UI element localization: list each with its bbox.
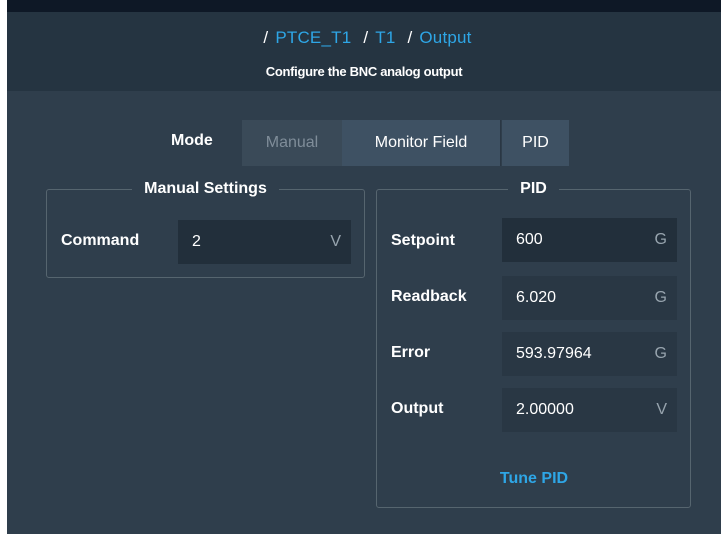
breadcrumb: / PTCE_T1 / T1 / Output <box>7 28 721 48</box>
pid-title: PID <box>520 180 547 197</box>
output-unit: V <box>656 401 667 418</box>
output-label: Output <box>391 400 444 417</box>
manual-settings-title: Manual Settings <box>144 180 267 197</box>
setpoint-value: 600 <box>516 231 543 248</box>
mode-selector: Mode Manual Monitor Field PID <box>7 120 721 166</box>
output-config-panel: / PTCE_T1 / T1 / Output Configure the BNC a… <box>7 0 721 534</box>
breadcrumb-separator: / <box>363 28 369 47</box>
output-value: 2.00000 <box>516 401 574 418</box>
setpoint-label: Setpoint <box>391 232 455 249</box>
breadcrumb-separator: / <box>263 28 269 47</box>
error-label: Error <box>391 344 431 361</box>
error-value: 593.97964 <box>516 345 592 362</box>
error-field: 593.97964 G <box>502 332 677 376</box>
command-label: Command <box>61 232 140 249</box>
breadcrumb-item-output[interactable]: Output <box>419 28 471 47</box>
readback-label: Readback <box>391 288 467 305</box>
breadcrumb-item-t1[interactable]: T1 <box>375 28 395 47</box>
top-strip <box>7 0 721 12</box>
mode-monitor-field-button[interactable]: Monitor Field <box>342 120 501 166</box>
readback-value: 6.020 <box>516 289 557 306</box>
command-unit: V <box>330 233 341 250</box>
setpoint-unit: G <box>654 231 667 248</box>
mode-label: Mode <box>171 132 213 149</box>
setpoint-field[interactable]: 600 G <box>502 218 677 262</box>
error-unit: G <box>654 345 667 362</box>
breadcrumb-item-ptce-t1[interactable]: PTCE_T1 <box>275 28 351 47</box>
tune-pid-button[interactable]: Tune PID <box>474 470 594 488</box>
readback-unit: G <box>654 289 667 306</box>
command-value: 2 <box>192 233 201 250</box>
readback-field: 6.020 G <box>502 276 677 320</box>
header: / PTCE_T1 / T1 / Output Configure the BNC a… <box>7 12 721 91</box>
breadcrumb-separator: / <box>407 28 413 47</box>
command-field[interactable]: 2 V <box>178 220 351 264</box>
mode-pid-button[interactable]: PID <box>502 120 569 166</box>
mode-manual-button[interactable]: Manual <box>242 120 342 166</box>
page-subtitle: Configure the BNC analog output <box>265 64 463 79</box>
output-field: 2.00000 V <box>502 388 677 432</box>
